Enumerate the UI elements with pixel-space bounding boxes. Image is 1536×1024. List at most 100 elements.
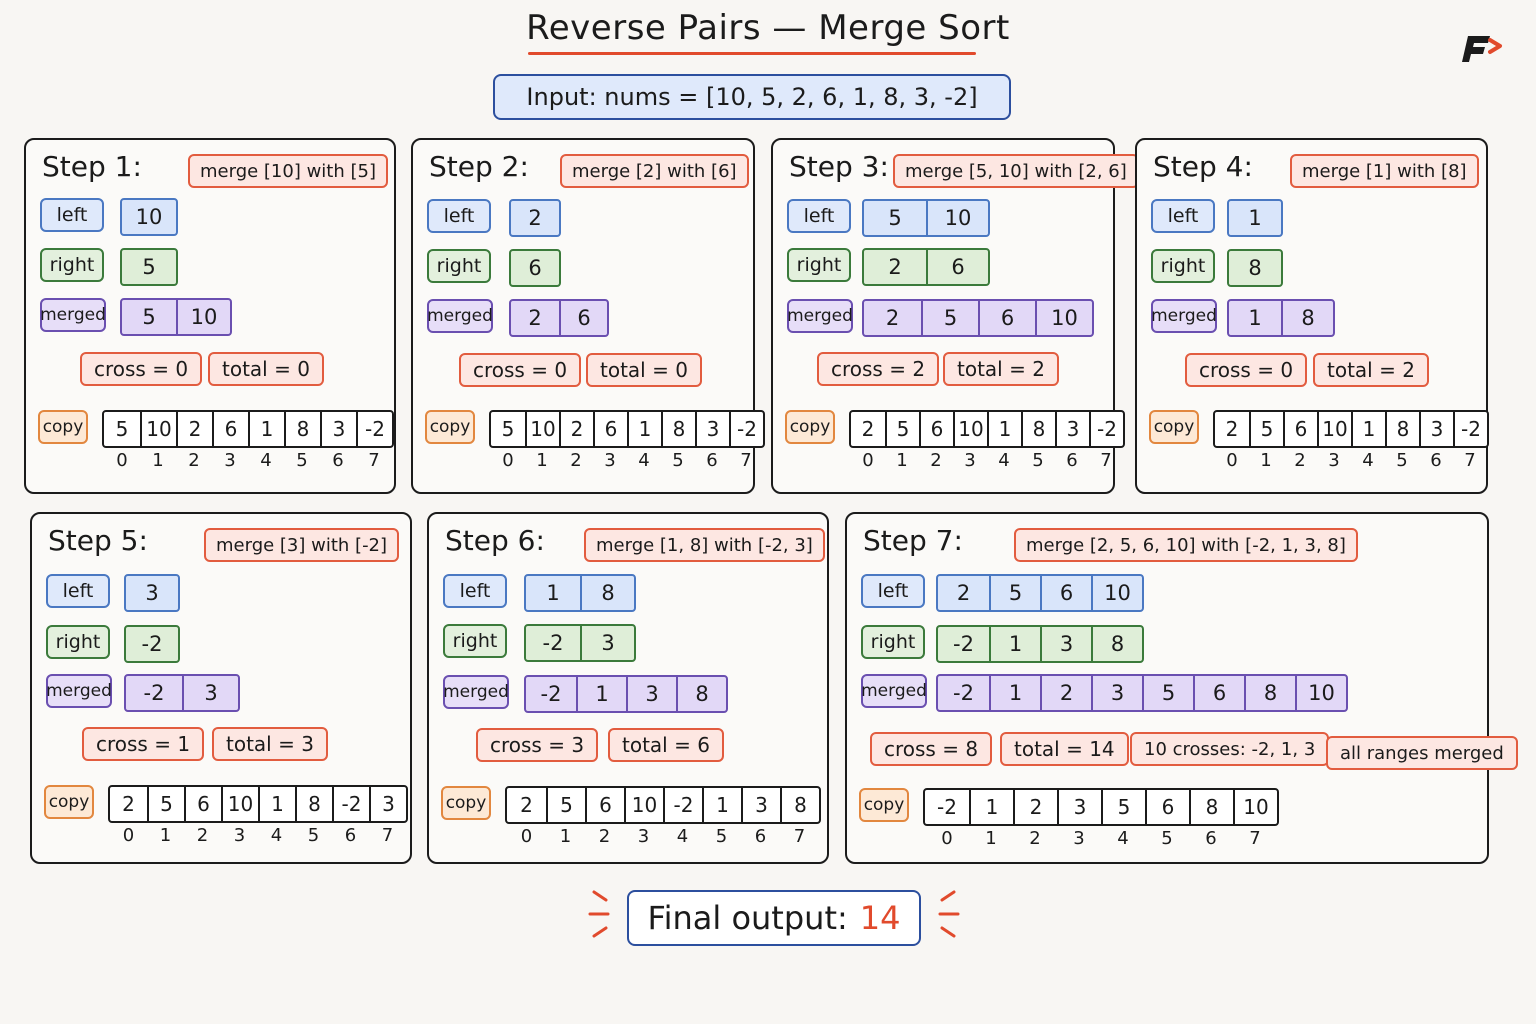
index-label: 3: [604, 450, 616, 471]
copy-cell: 5: [885, 412, 919, 446]
index-label: 7: [368, 450, 380, 471]
merged-label: merged: [427, 299, 493, 333]
merged-cell: 2: [1040, 676, 1091, 710]
merged-array: 18: [1227, 299, 1335, 337]
copy-array: 2 5 6 10 1 8 3 -2: [849, 410, 1125, 448]
index-label: 3: [1073, 828, 1085, 849]
right-burst-icon: [938, 890, 960, 938]
cross-count: cross = 1: [82, 727, 205, 761]
cross-count: cross = 3: [476, 728, 599, 762]
right-array: -2: [124, 625, 180, 663]
copy-cell: 5: [1249, 412, 1283, 446]
left-array: 2: [509, 199, 561, 237]
index-label: 1: [559, 826, 572, 847]
index-label: 2: [598, 826, 611, 847]
copy-cell: 3: [320, 412, 356, 446]
index-label: 5: [1161, 828, 1173, 849]
merged-array: -2 1 2 3 5 6 8 10: [936, 674, 1348, 712]
total-count: total = 0: [586, 353, 702, 387]
copy-label: copy: [1149, 410, 1199, 444]
right-array: -2 1 3 8: [936, 625, 1144, 663]
copy-cell: 8: [295, 787, 332, 821]
index-label: 6: [344, 825, 357, 846]
copy-cell: 3: [741, 788, 780, 822]
right-cell: 5: [142, 255, 156, 279]
copy-cell: 10: [1233, 790, 1277, 824]
merged-cell: 8: [676, 677, 726, 711]
left-label: left: [40, 198, 104, 232]
copy-cell: 5: [546, 788, 585, 822]
right-cell: 3: [580, 626, 634, 660]
index-label: 2: [1294, 450, 1306, 471]
brand-logo-icon: [1462, 36, 1502, 62]
right-label: right: [443, 624, 507, 658]
index-label: 7: [793, 826, 806, 847]
left-cell: 1: [546, 581, 560, 605]
total-count: total = 3: [212, 727, 328, 761]
index-label: 0: [1226, 450, 1238, 471]
step-title: Step 2:: [429, 150, 529, 183]
final-output-box: Final output: 14: [627, 890, 921, 946]
input-array-box: Input: nums = [10, 5, 2, 6, 1, 8, 3, -2]: [493, 74, 1011, 120]
copy-cell: 1: [258, 787, 295, 821]
copy-cell: 10: [624, 788, 663, 822]
copy-cell: 5: [147, 787, 184, 821]
index-label: 2: [930, 450, 942, 471]
merged-array: -2 3: [124, 674, 240, 712]
cross-count: cross = 0: [80, 352, 203, 386]
right-cell: 2: [888, 255, 902, 279]
merged-cell: 5: [142, 305, 156, 329]
index-label: 7: [1249, 828, 1261, 849]
merged-cell: -2: [540, 682, 562, 706]
copy-cell: 3: [1419, 412, 1453, 446]
index-label: 1: [159, 825, 172, 846]
total-count: total = 2: [943, 352, 1059, 386]
index-label: 4: [676, 826, 689, 847]
index-label: 7: [1100, 450, 1112, 471]
copy-cell: 3: [369, 787, 406, 821]
left-cell: 2: [956, 581, 971, 605]
copy-cell: 6: [593, 412, 627, 446]
index-label: 2: [188, 450, 200, 471]
copy-cell: 8: [661, 412, 695, 446]
merged-cell: 8: [1281, 301, 1333, 335]
copy-cell: 2: [1013, 790, 1057, 824]
index-label: 2: [1029, 828, 1041, 849]
right-array: 8: [1227, 249, 1283, 287]
copy-cell: 8: [284, 412, 320, 446]
index-label: 4: [270, 825, 283, 846]
left-label: left: [427, 199, 491, 233]
index-label: 6: [332, 450, 344, 471]
index-row: 0 1 2 3 4 5 6 7: [851, 450, 1123, 471]
copy-array: 2 5 6 10 1 8 3 -2: [1213, 410, 1489, 448]
copy-cell: 1: [969, 790, 1013, 824]
copy-cell: 10: [525, 412, 559, 446]
left-burst-icon: [588, 890, 610, 938]
merged-cell: 5: [921, 301, 978, 335]
copy-cell: 8: [780, 788, 819, 822]
left-cell: 1: [1248, 206, 1262, 230]
merge-description: merge [2] with [6]: [560, 154, 749, 188]
merged-cell: -2: [953, 681, 974, 705]
merge-description: merge [1] with [8]: [1290, 154, 1479, 188]
copy-cell: 2: [559, 412, 593, 446]
step-title: Step 1:: [42, 150, 142, 183]
copy-cell: -2: [1089, 412, 1123, 446]
merge-description: merge [5, 10] with [2, 6]: [893, 154, 1139, 188]
copy-array: 2 5 6 10 -2 1 3 8: [505, 786, 821, 824]
index-label: 3: [637, 826, 650, 847]
merged-cell: 1: [989, 676, 1040, 710]
index-row: 0 1 2 3 4 5 6 7: [925, 828, 1277, 849]
copy-cell: 6: [184, 787, 221, 821]
copy-cell: 8: [1021, 412, 1055, 446]
copy-cell: 3: [1055, 412, 1089, 446]
index-label: 0: [122, 825, 135, 846]
index-label: 4: [638, 450, 650, 471]
left-array: 10: [120, 198, 178, 236]
step-title: Step 6:: [445, 524, 545, 557]
copy-cell: -2: [356, 412, 392, 446]
merged-cell: 10: [1035, 301, 1092, 335]
left-cell: 5: [888, 206, 902, 230]
page-title: Reverse Pairs — Merge Sort: [526, 8, 1010, 48]
cross-count: cross = 0: [1185, 353, 1308, 387]
